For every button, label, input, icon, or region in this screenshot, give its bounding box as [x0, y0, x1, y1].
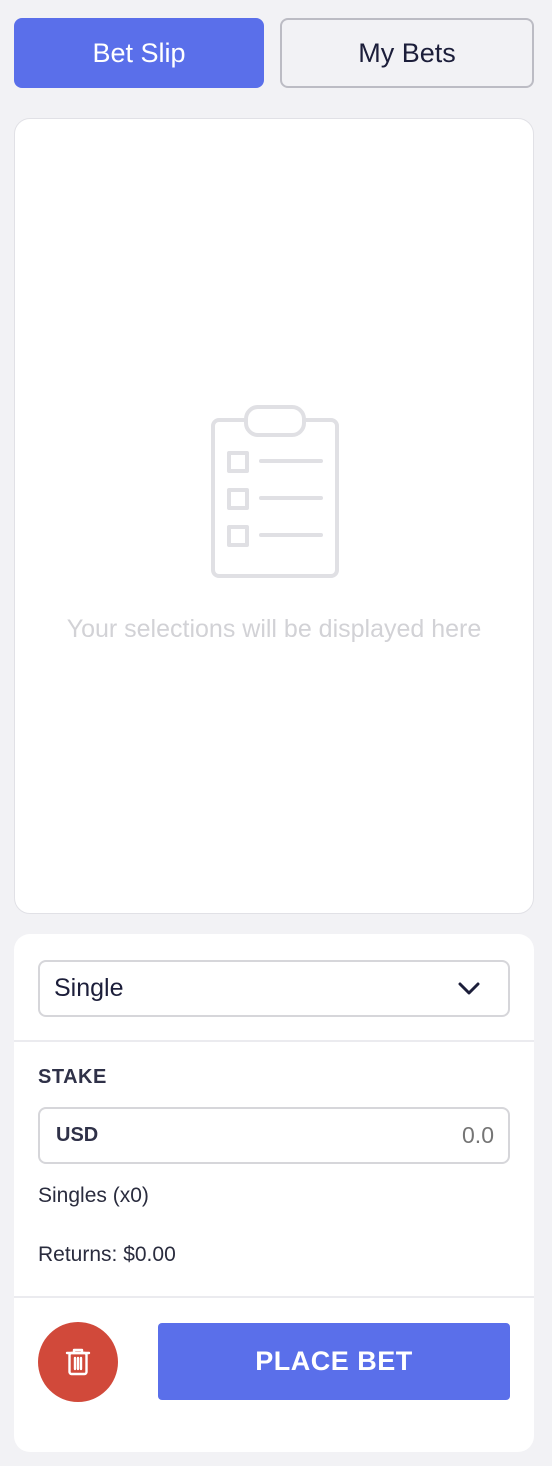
bet-controls-panel: Single STAKE USD Singles (x0) Returns: $… — [14, 934, 534, 1452]
betslip-tabs: Bet Slip My Bets — [14, 18, 534, 88]
stake-label: STAKE — [38, 1066, 107, 1088]
returns-value: Returns: $0.00 — [38, 1243, 176, 1266]
divider — [14, 1296, 534, 1298]
place-bet-button[interactable]: PLACE BET — [158, 1323, 510, 1400]
currency-label: USD — [56, 1124, 99, 1146]
trash-icon — [65, 1348, 91, 1376]
bet-type-select[interactable]: Single — [38, 960, 510, 1017]
clipboard-checklist-icon — [211, 405, 339, 578]
tab-bet-slip[interactable]: Bet Slip — [14, 18, 264, 88]
clear-selections-button[interactable] — [38, 1322, 118, 1402]
stake-field[interactable]: USD — [38, 1107, 510, 1164]
chevron-down-icon — [458, 982, 480, 994]
empty-state-message: Your selections will be displayed here — [66, 615, 482, 643]
singles-count: Singles (x0) — [38, 1184, 149, 1207]
divider — [14, 1040, 534, 1042]
bet-type-value: Single — [54, 974, 124, 1002]
stake-input[interactable] — [294, 1122, 494, 1149]
selections-panel: Your selections will be displayed here — [14, 118, 534, 914]
tab-my-bets[interactable]: My Bets — [280, 18, 534, 88]
